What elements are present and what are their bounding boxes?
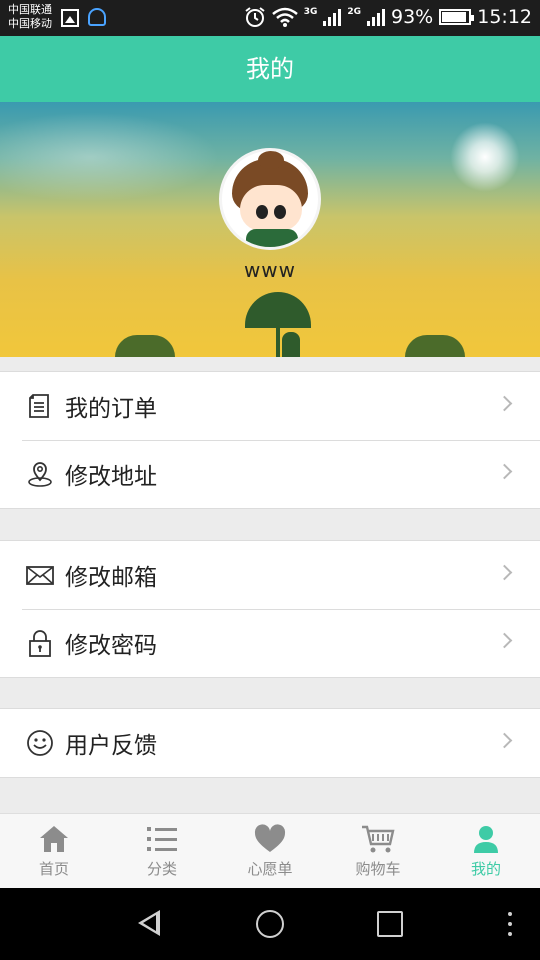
- smiley-icon: [27, 730, 53, 756]
- chevron-right-icon: [496, 395, 513, 412]
- menu-label-orders: 我的订单: [65, 396, 157, 422]
- chevron-right-icon: [496, 632, 513, 649]
- avatar-eye-left: [256, 205, 268, 219]
- menu-label-email: 修改邮箱: [65, 565, 157, 591]
- tab-label-wishlist: 心愿单: [247, 860, 293, 878]
- tab-label-cart: 购物车: [355, 860, 401, 878]
- menu-label-address: 修改地址: [65, 464, 157, 490]
- page-title: 我的: [0, 36, 540, 102]
- tab-mine[interactable]: 我的: [432, 814, 540, 888]
- network-type-1: 3G: [303, 7, 318, 17]
- tab-label-category: 分类: [146, 860, 177, 878]
- back-icon[interactable]: [138, 910, 160, 936]
- gallery-icon: [61, 9, 79, 27]
- banner-sun: [450, 122, 520, 192]
- lock-icon: [29, 630, 51, 657]
- carrier-info: 中国联通 中国移动: [8, 3, 52, 31]
- banner-umbrella-stem: [276, 326, 280, 357]
- alarm-icon: [245, 7, 265, 27]
- menu-label-feedback: 用户反馈: [65, 733, 157, 759]
- banner-tree-right: [405, 335, 465, 357]
- menu-label-password: 修改密码: [65, 633, 157, 659]
- signal-icon-2: [367, 8, 385, 26]
- chevron-right-icon: [496, 564, 513, 581]
- heart-icon: [254, 824, 286, 852]
- chevron-right-icon: [496, 463, 513, 480]
- menu-item-email[interactable]: 修改邮箱: [0, 541, 540, 609]
- mail-icon: [26, 566, 54, 585]
- menu-group-2: 修改邮箱 修改密码: [0, 540, 540, 678]
- wifi-icon: [271, 7, 298, 27]
- menu-area: 我的订单 修改地址 修改邮箱 修改密码 用户反馈: [0, 357, 540, 813]
- username: www: [243, 258, 297, 282]
- battery-percent: 93%: [391, 6, 434, 28]
- banner-umbrella: [245, 292, 311, 328]
- menu-item-password[interactable]: 修改密码: [0, 609, 540, 677]
- menu-item-feedback[interactable]: 用户反馈: [0, 709, 540, 777]
- tab-label-home: 首页: [38, 860, 69, 878]
- home-circle-icon[interactable]: [256, 910, 284, 938]
- location-icon: [28, 462, 52, 487]
- status-right: 3G 2G 93% 15:12: [244, 6, 532, 28]
- tab-label-mine: 我的: [470, 860, 501, 878]
- banner-tree-left: [115, 335, 175, 357]
- menu-group-1: 我的订单 修改地址: [0, 371, 540, 509]
- banner-cloud: [0, 112, 220, 202]
- overflow-menu-icon[interactable]: [508, 912, 512, 936]
- signal-icon-1: [323, 8, 342, 26]
- user-icon: [474, 826, 498, 853]
- profile-banner: www: [0, 102, 540, 357]
- menu-item-orders[interactable]: 我的订单: [0, 372, 540, 440]
- avatar-eye-right: [274, 205, 286, 219]
- list-icon: [147, 827, 177, 851]
- recent-apps-icon[interactable]: [377, 911, 403, 937]
- tab-home[interactable]: 首页: [0, 814, 108, 888]
- battery-icon: [439, 9, 475, 25]
- bottom-nav: 首页 分类 心愿单 购物车 我的: [0, 813, 540, 888]
- carrier-2: 中国移动: [8, 17, 52, 30]
- status-bar: 中国联通 中国移动 3G 2G 93% 15:12: [0, 0, 540, 36]
- carrier-1: 中国联通: [8, 3, 52, 16]
- cart-icon: [362, 825, 395, 853]
- banner-figure: [282, 332, 300, 357]
- menu-item-address[interactable]: 修改地址: [0, 440, 540, 508]
- network-type-2: 2G: [347, 7, 361, 17]
- tab-category[interactable]: 分类: [108, 814, 216, 888]
- notification-icon: [88, 8, 106, 26]
- clock: 15:12: [477, 6, 532, 28]
- tab-cart[interactable]: 购物车: [324, 814, 432, 888]
- avatar-bun: [258, 151, 284, 169]
- home-icon: [40, 826, 68, 852]
- orders-icon: [29, 394, 49, 418]
- avatar-shirt: [246, 229, 298, 247]
- chevron-right-icon: [496, 732, 513, 749]
- avatar[interactable]: [219, 148, 321, 250]
- tab-wishlist[interactable]: 心愿单: [216, 814, 324, 888]
- avatar-face: [240, 185, 302, 231]
- menu-group-3: 用户反馈: [0, 708, 540, 778]
- system-nav-bar: [0, 888, 540, 960]
